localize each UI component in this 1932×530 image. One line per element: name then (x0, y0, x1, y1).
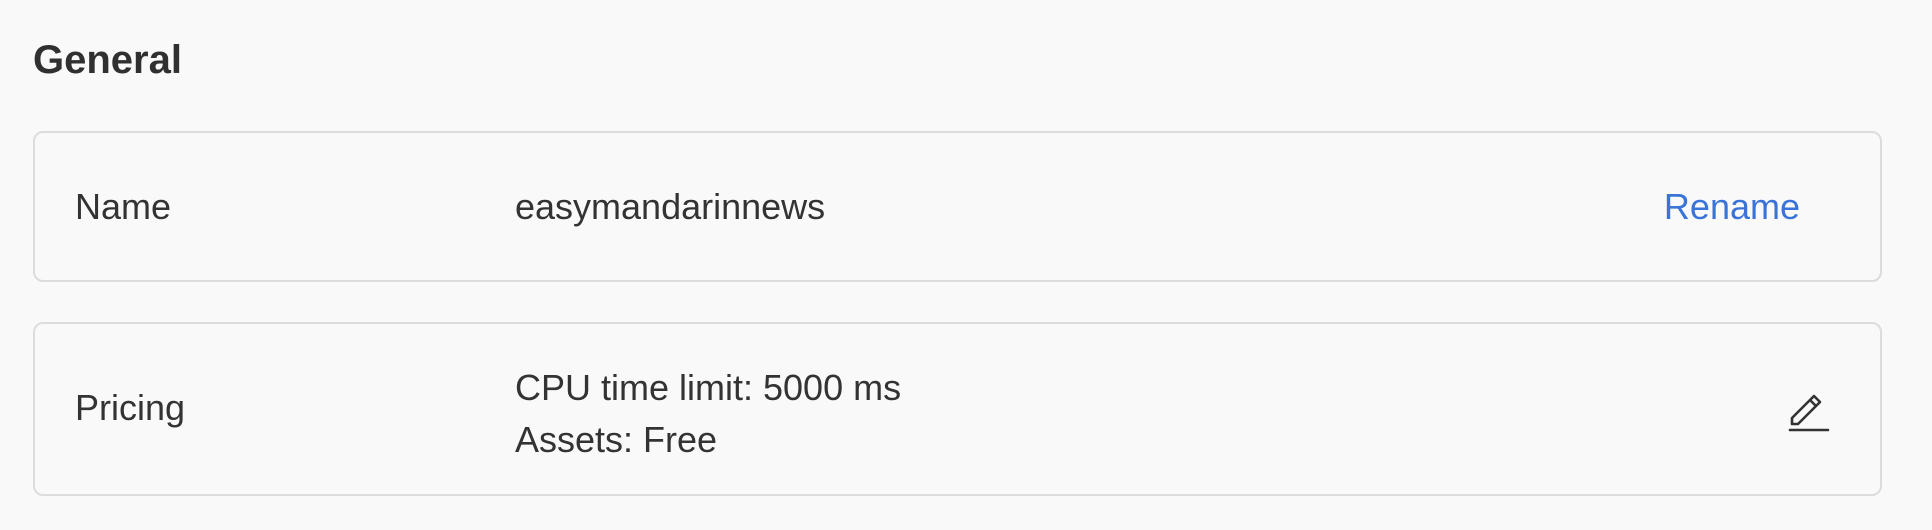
pricing-details: CPU time limit: 5000 ms Assets: Free (515, 362, 901, 466)
cpu-time-limit-text: CPU time limit: 5000 ms (515, 367, 902, 408)
edit-pricing-button[interactable] (1784, 384, 1832, 432)
name-card: Name easymandarinnews Rename (33, 131, 1882, 282)
name-label: Name (75, 186, 172, 227)
section-title: General (33, 38, 182, 82)
rename-link[interactable]: Rename (1664, 185, 1800, 229)
assets-pricing-text: Assets: Free (515, 419, 718, 460)
name-value: easymandarinnews (515, 186, 826, 227)
pencil-edit-icon (1788, 394, 1830, 432)
pricing-label: Pricing (75, 387, 186, 428)
pricing-card: Pricing CPU time limit: 5000 ms Assets: … (33, 322, 1882, 496)
